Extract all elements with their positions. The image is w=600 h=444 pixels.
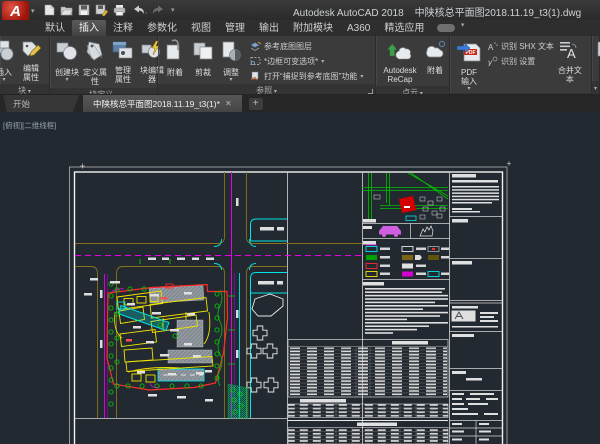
svg-text:A: A	[567, 46, 576, 61]
adjacent-buildings	[247, 294, 283, 392]
location-map	[362, 173, 450, 224]
panel-import: PDF PDF 输入 A 识别 SHX 文本 y 识别 设置 A 合并文本	[450, 36, 592, 94]
panel-block-definition: 创建块 定义属性 管理属性 块编辑器 块定义	[50, 36, 158, 94]
tab-manage[interactable]: 管理	[218, 20, 252, 36]
new-file-icon[interactable]	[44, 4, 55, 16]
define-attributes-icon	[83, 39, 107, 68]
site-marker	[399, 196, 416, 213]
quick-access-toolbar: ▾	[44, 3, 175, 17]
pdf-import-button[interactable]: PDF PDF 输入	[453, 38, 485, 93]
north-row	[363, 224, 450, 239]
close-tab-icon[interactable]: ✕	[225, 99, 232, 108]
combine-text-icon: A	[558, 39, 582, 66]
app-title: Autodesk AutoCAD 2018	[293, 8, 404, 19]
recognize-shx-icon: A	[487, 41, 498, 53]
define-attributes-button[interactable]: 定义属性	[81, 38, 109, 88]
file-tab-document[interactable]: 中陕核总平面图2018.11.19_t3(1)* ✕	[83, 95, 242, 112]
point-cloud-attach-button[interactable]: 附着	[421, 38, 449, 77]
ribbon-tab-bar: 默认 插入 注释 参数化 视图 管理 输出 附加模块 A360 精选应用	[0, 20, 600, 36]
redo-icon[interactable]	[152, 4, 166, 16]
tab-insert[interactable]: 插入	[72, 20, 106, 36]
panel-label-reference[interactable]: 参照	[158, 84, 375, 95]
clip-icon	[191, 39, 215, 68]
file-tab-start[interactable]: 开始	[3, 95, 79, 112]
adjacent-plots	[228, 219, 287, 418]
north-arrow	[420, 226, 433, 236]
adjust-button[interactable]: 调整	[217, 38, 245, 84]
insert-block-icon	[0, 39, 16, 68]
file-tab-bar: 开始 中陕核总平面图2018.11.19_t3(1)* ✕ +	[0, 95, 600, 112]
snap-to-underlay-button[interactable]: 打开“捕捉到参考底图”功能▾	[250, 69, 363, 84]
panel-label-block[interactable]: 块	[0, 84, 49, 95]
legend-column	[362, 173, 450, 334]
insert-block-button[interactable]: 插入	[0, 38, 18, 84]
manage-attributes-icon	[111, 39, 135, 66]
panel-label-point-cloud[interactable]: 点云	[376, 86, 449, 95]
app-menu-caret-icon: ▾	[31, 7, 35, 15]
print-icon[interactable]	[113, 4, 126, 16]
autocad-window: A ▾ ▾ Autodesk AutoCAD 2018 中陕核总平面图2018.1…	[0, 0, 600, 444]
edit-attributes-icon	[20, 39, 42, 64]
panel-point-cloud: Autodesk ReCap 附着 点云	[376, 36, 450, 94]
cloud-attach-icon	[423, 39, 447, 66]
drawing-canvas[interactable]: [俯视][二维线框]	[0, 112, 600, 444]
recognize-shx-text-button[interactable]: A 识别 SHX 文本	[487, 39, 554, 54]
tab-addins[interactable]: 附加模块	[286, 20, 340, 36]
panel-label-block-definition[interactable]: 块定义	[50, 88, 157, 95]
pdf-import-icon: PDF	[456, 39, 482, 68]
title-block	[450, 174, 504, 444]
tab-parametric[interactable]: 参数化	[140, 20, 184, 36]
underlay-layers-icon	[250, 41, 261, 53]
panel-reference: 附着 剪裁 调整 参考底图图层 *边框可变	[158, 36, 376, 94]
recognition-settings-icon: y	[487, 56, 498, 68]
site-plan	[107, 281, 243, 414]
svg-text:y: y	[487, 58, 493, 66]
create-block-icon	[55, 39, 79, 68]
title-bar: A ▾ ▾ Autodesk AutoCAD 2018 中陕核总平面图2018.1…	[0, 0, 600, 20]
manage-attributes-button[interactable]: 管理属性	[109, 38, 137, 86]
tab-annotate[interactable]: 注释	[106, 20, 140, 36]
save-as-icon[interactable]	[95, 4, 108, 16]
autocad-logo-icon: A	[10, 3, 21, 20]
qat-menu-caret-icon[interactable]: ▾	[171, 6, 175, 14]
tab-view[interactable]: 视图	[184, 20, 218, 36]
open-file-icon[interactable]	[60, 4, 73, 16]
tab-featured-apps[interactable]: 精选应用	[377, 20, 431, 36]
underlay-layers-button[interactable]: 参考底图图层	[250, 39, 363, 54]
attach-button[interactable]: 附着	[161, 38, 189, 79]
recap-icon	[387, 39, 413, 66]
workspace-switch-icon[interactable]	[437, 24, 455, 32]
cad-drawing	[0, 112, 600, 444]
create-block-button[interactable]: 创建块	[53, 38, 81, 84]
new-tab-button[interactable]: +	[249, 98, 263, 110]
autodesk-recap-button[interactable]: Autodesk ReCap	[379, 38, 421, 86]
snap-underlay-icon	[250, 71, 261, 83]
window-title: Autodesk AutoCAD 2018 中陕核总平面图2018.11.19_t…	[293, 4, 581, 19]
design-notes	[363, 282, 448, 334]
svg-text:A: A	[488, 43, 494, 51]
frame-icon	[250, 56, 261, 68]
tab-a360[interactable]: A360	[340, 20, 377, 36]
document-title: 中陕核总平面图2018.11.19_t3(1).dwg	[415, 8, 582, 19]
attach-icon	[163, 39, 187, 68]
legend	[363, 241, 450, 280]
sheet-frame	[70, 162, 512, 444]
undo-icon[interactable]	[131, 4, 147, 16]
panel-partial	[592, 36, 600, 94]
edit-attributes-button[interactable]: 编辑属性	[18, 38, 44, 84]
dialog-launcher-icon[interactable]	[368, 89, 373, 94]
tab-default[interactable]: 默认	[38, 20, 72, 36]
combine-text-button[interactable]: A 合并文本	[556, 38, 584, 86]
indicator-tables	[288, 340, 449, 444]
recognition-settings-button[interactable]: y 识别 设置	[487, 54, 554, 69]
panel-block: 插入 编辑属性 块	[0, 36, 50, 94]
tab-output[interactable]: 输出	[252, 20, 286, 36]
vehicle-symbol	[379, 226, 401, 235]
adjust-icon	[219, 39, 243, 68]
frames-vary-button[interactable]: *边框可变选项*▾	[250, 54, 363, 69]
save-icon[interactable]	[78, 4, 90, 16]
ribbon: 插入 编辑属性 块 创建块 定义属性	[0, 36, 600, 95]
clip-button[interactable]: 剪裁	[189, 38, 217, 79]
